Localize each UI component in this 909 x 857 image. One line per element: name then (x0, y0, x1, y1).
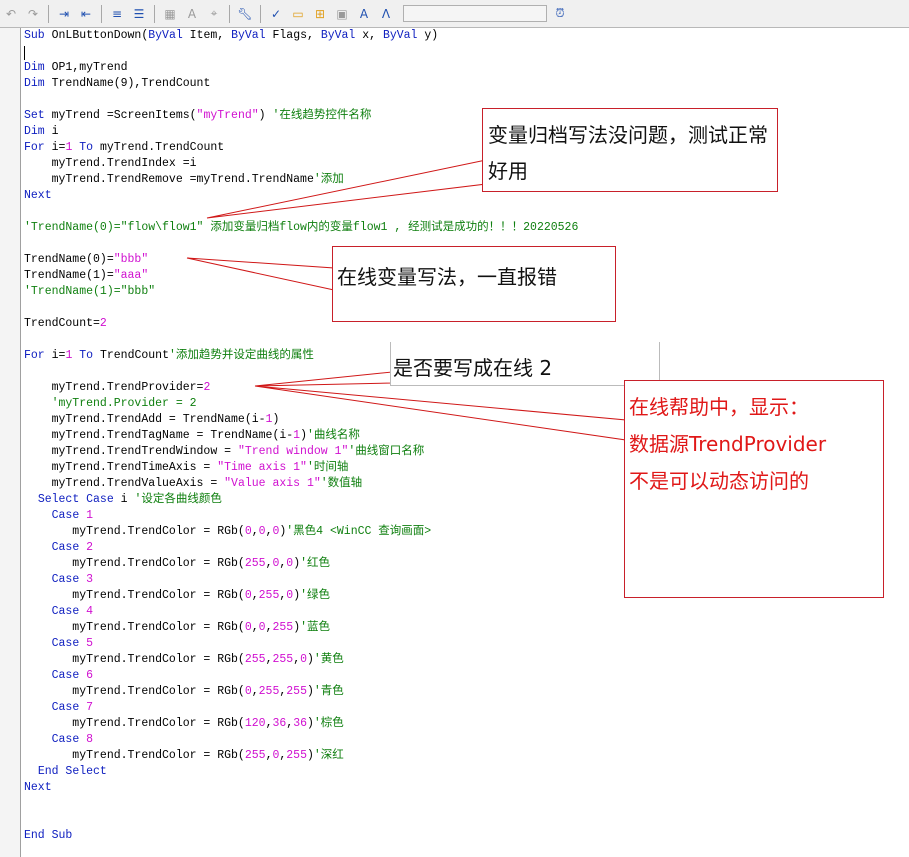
callout-text: 在线变量写法，一直报错 (337, 265, 557, 289)
callout-archive-ok: 变量归档写法没问题，测试正常好用 (482, 108, 778, 192)
callout-text: 数据源TrendProvider (629, 432, 827, 456)
leader-archive (206, 159, 487, 219)
callout-help: 在线帮助中，显示： 数据源TrendProvider 不是可以动态访问的 (624, 380, 884, 598)
callout-online-error: 在线变量写法，一直报错 (332, 246, 616, 322)
callout-text: 变量归档写法没问题，测试正常好用 (488, 123, 768, 183)
callout-text: 不是可以动态访问的 (629, 469, 809, 493)
callout-online-2: 是否要写成在线 2 (390, 342, 660, 386)
callout-text: 是否要写成在线 2 (393, 356, 553, 380)
leader-help (254, 385, 627, 441)
leader-online-error (186, 257, 335, 291)
leader-online-2 (254, 371, 393, 387)
callout-text: 在线帮助中，显示： (629, 395, 809, 419)
